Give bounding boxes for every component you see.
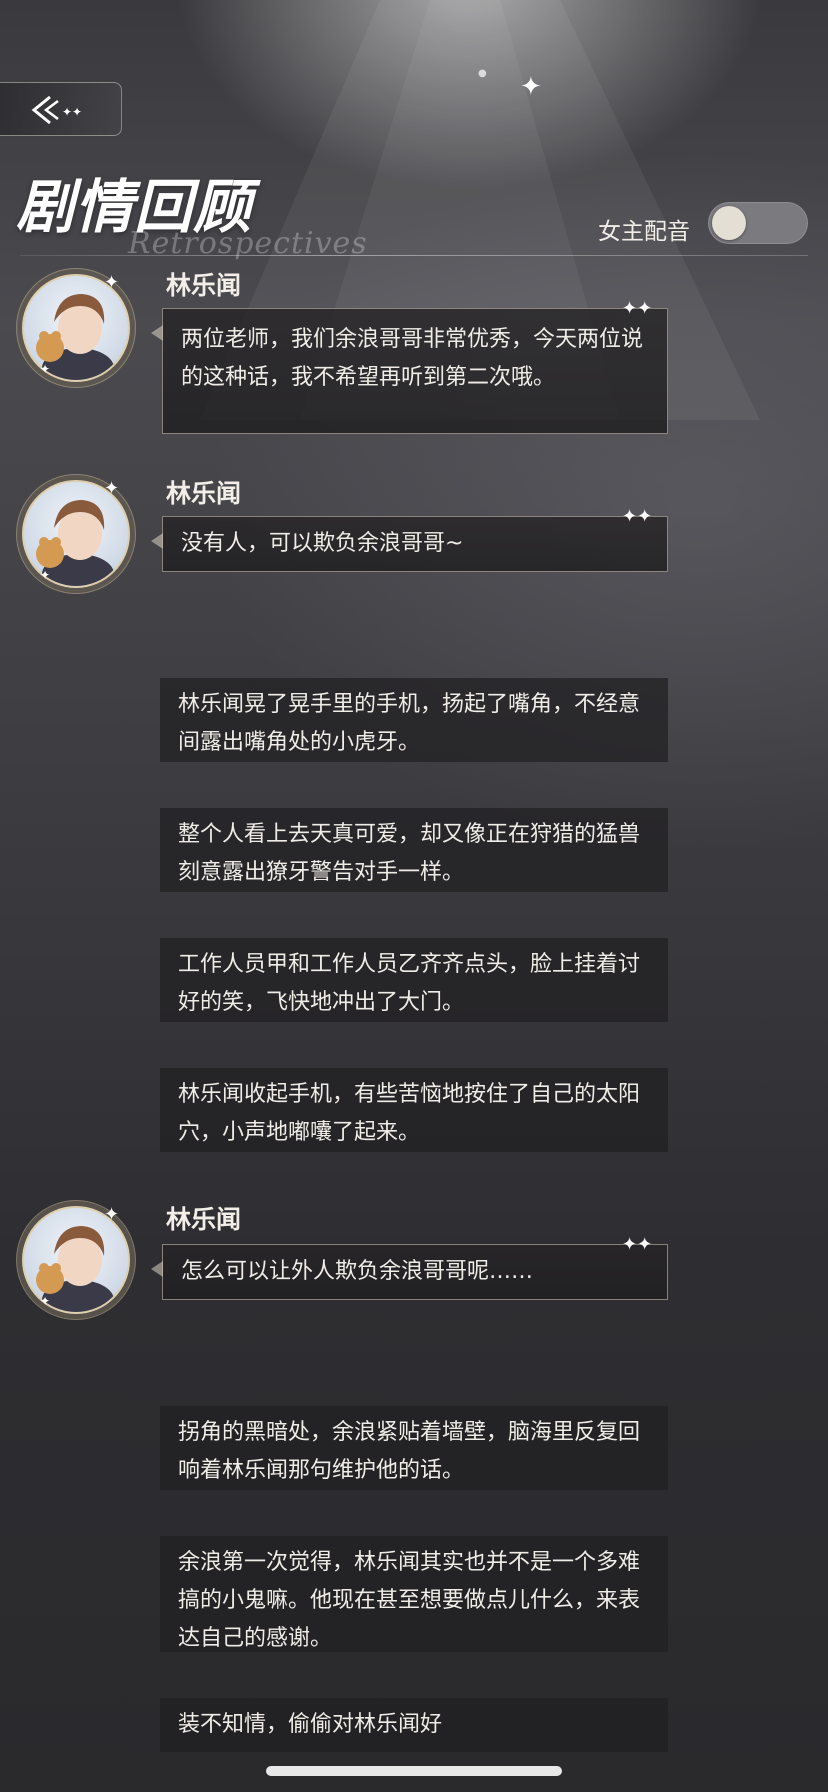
speaker-name: 林乐闻 [166,479,242,508]
narration-box: 余浪第一次觉得，林乐闻其实也并不是一个多难搞的小鬼嘛。他现在甚至想要做点儿什么，… [160,1536,668,1652]
svg-text:●: ● [478,68,487,79]
sparkle-icon: ✦ [40,568,51,582]
narration-box: 拐角的黑暗处，余浪紧贴着墙壁，脑海里反复回响着林乐闻那句维护他的话。 [160,1406,668,1490]
sparkle-icon: ✦✦ [622,506,653,527]
sparkle-icon: ✦ [104,478,120,499]
dialogue-text: 怎么可以让外人欺负余浪哥哥呢…… [181,1259,534,1284]
voice-toggle[interactable] [708,202,808,244]
sparkle-icon: ✦ [104,1204,120,1225]
back-button[interactable]: ✦✦ [0,82,122,136]
narration-text: 林乐闻收起手机，有些苦恼地按住了自己的太阳穴，小声地嘟囔了起来。 [178,1082,641,1145]
narration-box: 林乐闻晃了晃手里的手机，扬起了嘴角，不经意间露出嘴角处的小虎牙。 [160,678,668,762]
narration-text: 余浪第一次觉得，林乐闻其实也并不是一个多难搞的小鬼嘛。他现在甚至想要做点儿什么，… [178,1550,641,1651]
narration-text: 工作人员甲和工作人员乙齐齐点头，脸上挂着讨好的笑，飞快地冲出了大门。 [178,952,641,1015]
narration-box: 工作人员甲和工作人员乙齐齐点头，脸上挂着讨好的笑，飞快地冲出了大门。 [160,938,668,1022]
page-title-block: 剧情回顾 Retrospectives [16,160,396,261]
narration-text: 拐角的黑暗处，余浪紧贴着墙壁，脑海里反复回响着林乐闻那句维护他的话。 [178,1420,641,1483]
speaker-name: 林乐闻 [166,271,242,300]
narration-text: 林乐闻晃了晃手里的手机，扬起了嘴角，不经意间露出嘴角处的小虎牙。 [178,692,641,755]
sparkle-icon: ✦ [104,272,120,293]
svg-text:✦: ✦ [520,72,542,102]
home-indicator[interactable] [266,1766,562,1776]
narration-box: 整个人看上去天真可爱，却又像正在狩猎的猛兽刻意露出獠牙警告对手一样。 [160,808,668,892]
narration-text: 整个人看上去天真可爱，却又像正在狩猎的猛兽刻意露出獠牙警告对手一样。 [178,822,641,885]
voice-toggle-label: 女主配音 [598,219,690,245]
dialogue-text: 两位老师，我们余浪哥哥非常优秀，今天两位说的这种话，我不希望再听到第二次哦。 [181,327,644,390]
dialogue-bubble: 怎么可以让外人欺负余浪哥哥呢…… [151,1244,668,1300]
dialogue-text: 没有人，可以欺负余浪哥哥~ [181,531,464,556]
bubble-tail [151,1261,163,1277]
dialogue-bubble: 没有人，可以欺负余浪哥哥~ [151,516,668,572]
svg-text:✦✦: ✦✦ [62,105,82,119]
dialogue-bubble: 两位老师，我们余浪哥哥非常优秀，今天两位说的这种话，我不希望再听到第二次哦。 [151,308,668,434]
header-divider [20,255,808,256]
sparkle-icon: ✦ [40,362,51,376]
bubble-tail [151,325,163,341]
sparkle-icon: ✦ [40,1294,51,1308]
sparkle-icon: ✦✦ [622,298,653,319]
choice-text: 装不知情，偷偷对林乐闻好 [178,1712,443,1737]
choice-box: 装不知情，偷偷对林乐闻好 [160,1698,668,1752]
speaker-name: 林乐闻 [166,1205,242,1234]
sparkle-icon: ✦✦ [622,1234,653,1255]
toggle-knob[interactable] [712,206,746,240]
bubble-tail [151,533,163,549]
narration-box: 林乐闻收起手机，有些苦恼地按住了自己的太阳穴，小声地嘟囔了起来。 [160,1068,668,1152]
back-arrow-icon: ✦✦ [31,95,82,125]
